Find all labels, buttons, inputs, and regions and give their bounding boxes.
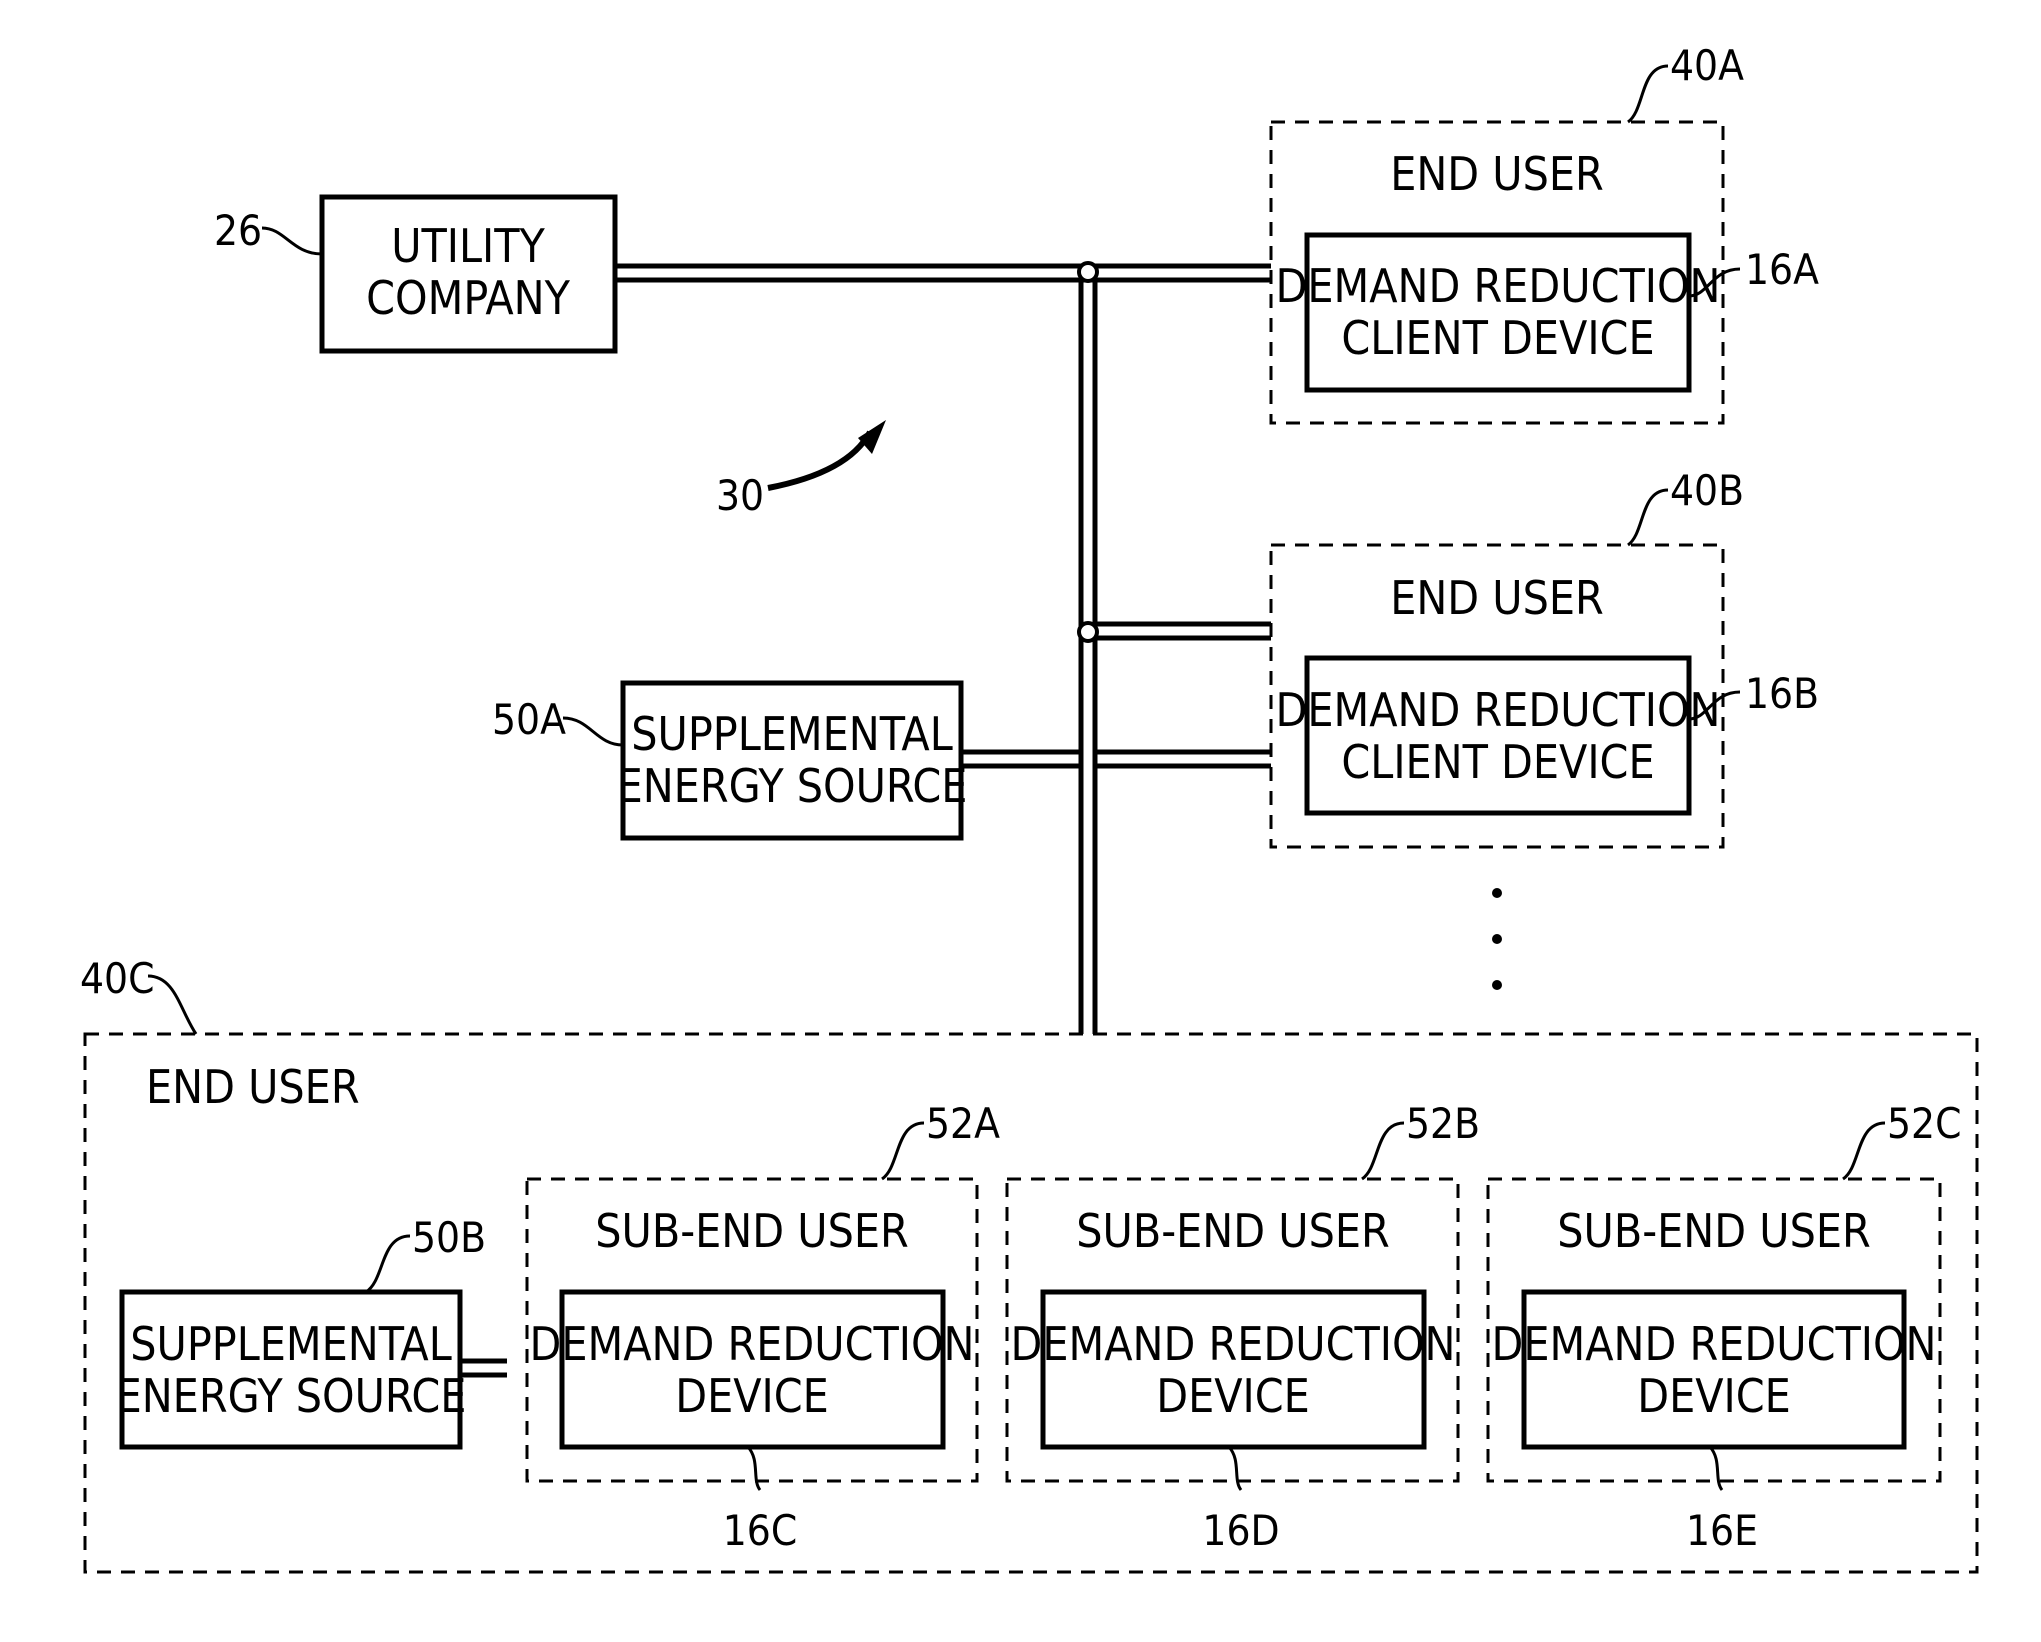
ref-16e: 16E (1686, 1506, 1758, 1555)
ref-16c: 16C (723, 1506, 797, 1555)
supplemental-50b-line2: ENERGY SOURCE (116, 1369, 467, 1423)
ref-52b: 52B (1406, 1099, 1480, 1148)
device-16e-line2: DEVICE (1637, 1369, 1791, 1423)
leader-30 (767, 430, 873, 491)
ref-40b: 40B (1670, 466, 1744, 515)
leader-26 (261, 226, 323, 256)
leader-16e (1708, 1445, 1724, 1491)
utility-label-line1: UTILITY (391, 219, 545, 273)
device-16a-line2: CLIENT DEVICE (1341, 311, 1654, 365)
end-user-40b-title: END USER (1390, 571, 1604, 625)
end-user-40a-title: END USER (1390, 147, 1604, 201)
ref-16d: 16D (1202, 1506, 1279, 1555)
ref-40a: 40A (1670, 41, 1744, 90)
supplemental-50a-line2: ENERGY SOURCE (617, 759, 968, 813)
ref-52a: 52A (926, 1099, 1000, 1148)
arrowhead-30 (858, 420, 886, 454)
utility-label-line2: COMPANY (366, 271, 570, 325)
leader-16d (1227, 1445, 1243, 1491)
leader-52a (881, 1121, 925, 1181)
ref-16b: 16B (1745, 669, 1819, 718)
supplemental-50a-line1: SUPPLEMENTAL (631, 707, 953, 761)
leader-40a (1626, 64, 1669, 124)
ref-16a: 16A (1745, 245, 1819, 294)
leader-40b (1626, 488, 1669, 547)
leader-40c (147, 974, 198, 1035)
ref-50a: 50A (492, 695, 566, 744)
power-bus (615, 263, 1271, 1034)
device-16c-line2: DEVICE (675, 1369, 829, 1423)
device-16c-line1: DEMAND REDUCTION (530, 1317, 975, 1371)
device-16d-line2: DEVICE (1156, 1369, 1310, 1423)
sub-end-user-52b-title: SUB-END USER (1076, 1204, 1390, 1258)
end-user-40c-title: END USER (146, 1060, 360, 1114)
leader-50a (562, 716, 624, 747)
leader-50b (365, 1234, 411, 1294)
sub-end-user-52a-title: SUB-END USER (595, 1204, 909, 1258)
continuation-ellipsis (1492, 888, 1502, 990)
supplemental-50b-line1: SUPPLEMENTAL (130, 1317, 452, 1371)
device-16e-line1: DEMAND REDUCTION (1492, 1317, 1937, 1371)
leader-16c (746, 1445, 762, 1491)
sub-end-user-52c-title: SUB-END USER (1557, 1204, 1871, 1258)
ref-26: 26 (214, 206, 262, 255)
ref-52c: 52C (1887, 1099, 1961, 1148)
ref-50b: 50B (412, 1213, 486, 1262)
device-16b-line2: CLIENT DEVICE (1341, 735, 1654, 789)
device-16d-line1: DEMAND REDUCTION (1011, 1317, 1456, 1371)
junction-node (1077, 261, 1099, 283)
leader-52b (1361, 1121, 1405, 1181)
block-diagram: UTILITY COMPANY END USER DEMAND REDUCTIO… (80, 41, 1979, 1574)
ref-40c: 40C (80, 954, 154, 1003)
ref-30: 30 (716, 471, 764, 520)
device-16a-line1: DEMAND REDUCTION (1276, 259, 1721, 313)
device-16b-line1: DEMAND REDUCTION (1276, 683, 1721, 737)
end-user-40c-boundary (83, 1032, 1979, 1574)
junction-node (1077, 621, 1099, 643)
leader-52c (1842, 1121, 1886, 1181)
